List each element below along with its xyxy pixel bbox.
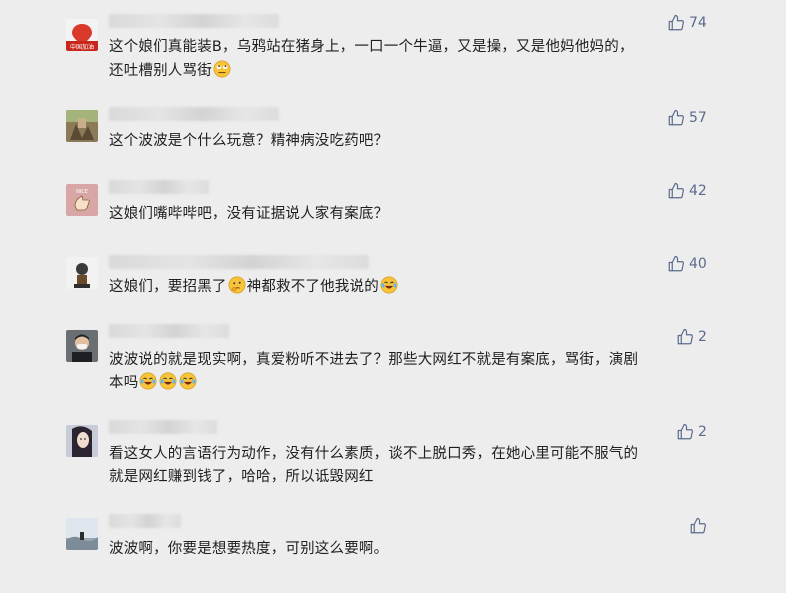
avatar[interactable]	[66, 330, 98, 362]
comment-text: 这个波波是个什么玩意？精神病没吃药吧？	[109, 133, 389, 149]
thinking-emoji	[228, 276, 246, 294]
comment-line-2: 还吐槽别人骂街	[109, 63, 212, 79]
thumbs-up-icon	[668, 182, 684, 199]
thumbs-up-icon	[690, 517, 706, 534]
username-blurred[interactable]	[109, 420, 217, 434]
laughing-crying-emoji	[179, 372, 197, 390]
avatar[interactable]	[66, 110, 98, 142]
comment-text: 这个娘们真能装B，乌鸦站在猪身上，一口一个牛逼，又是操，又是他妈他妈的，	[109, 36, 709, 58]
username-blurred[interactable]	[109, 14, 279, 28]
thumbs-up-icon	[668, 255, 684, 272]
comment-list: 中国加油 74 这个娘们真能装B，乌鸦站在猪身上，一口一个牛逼，又是操，又是他妈…	[0, 0, 786, 593]
comment-text: 这娘们，要招黑了 神都救不了他我说的	[109, 276, 709, 298]
comment-text: 这娘们嘴哔哔吧，没有证据说人家有案底？	[109, 206, 389, 222]
like-count: 42	[689, 183, 707, 199]
username-blurred[interactable]	[109, 514, 181, 528]
like-count: 2	[698, 424, 707, 440]
comment-text-part-1: 这娘们，要招黑了	[109, 279, 227, 295]
avatar[interactable]	[66, 425, 98, 457]
avatar[interactable]	[66, 518, 98, 550]
laughing-crying-emoji	[380, 276, 398, 294]
like-count: 74	[689, 15, 707, 31]
comment-text: 波波啊，你要是想要热度，可别这么要啊。	[109, 541, 389, 557]
avatar[interactable]: 中国加油	[66, 19, 98, 51]
like-button[interactable]: 2	[676, 423, 707, 441]
avatar-label: 中国加油	[70, 43, 94, 51]
laughing-crying-emoji	[159, 372, 177, 390]
like-button[interactable]: 42	[667, 182, 707, 200]
laughing-crying-emoji	[139, 372, 157, 390]
like-button[interactable]	[689, 517, 711, 535]
thumbs-up-icon	[677, 328, 693, 345]
comment-text-part-2: 神都救不了他我说的	[246, 279, 379, 295]
comment-line-1: 这个娘们真能装B，乌鸦站在猪身上，一口一个牛逼，又是操，又是他妈他妈的，	[109, 39, 634, 55]
comment-line-2: 本吗	[109, 375, 139, 391]
username-blurred[interactable]	[109, 107, 279, 121]
username-blurred[interactable]	[109, 180, 209, 194]
comment-text: 波波说的就是现实啊，真爱粉听不进去了？那些大网红不就是有案底，骂街，演剧	[109, 352, 639, 368]
avatar[interactable]	[66, 257, 98, 289]
thumbs-up-icon	[668, 14, 684, 31]
comment-text-continued: 本吗	[109, 372, 709, 394]
like-button[interactable]: 40	[667, 255, 707, 273]
username-blurred[interactable]	[109, 255, 369, 269]
avatar[interactable]: NICE	[66, 184, 98, 216]
like-button[interactable]: 2	[676, 328, 707, 346]
like-count: 2	[698, 329, 707, 345]
like-count: 40	[689, 256, 707, 272]
like-count: 57	[689, 110, 707, 126]
thumbs-up-icon	[677, 423, 693, 440]
like-button[interactable]: 57	[667, 109, 707, 127]
comment-text-continued: 就是网红赚到钱了，哈哈，所以诋毁网红	[109, 469, 374, 485]
avatar-label: NICE	[76, 189, 88, 195]
like-button[interactable]: 74	[667, 14, 707, 32]
rolling-eyes-emoji	[213, 60, 231, 78]
thumbs-up-icon	[668, 109, 684, 126]
comment-text-continued: 还吐槽别人骂街	[109, 60, 709, 82]
username-blurred[interactable]	[109, 324, 229, 338]
comment-text: 看这女人的言语行为动作，没有什么素质，谈不上脱口秀，在她心里可能不服气的	[109, 446, 639, 462]
